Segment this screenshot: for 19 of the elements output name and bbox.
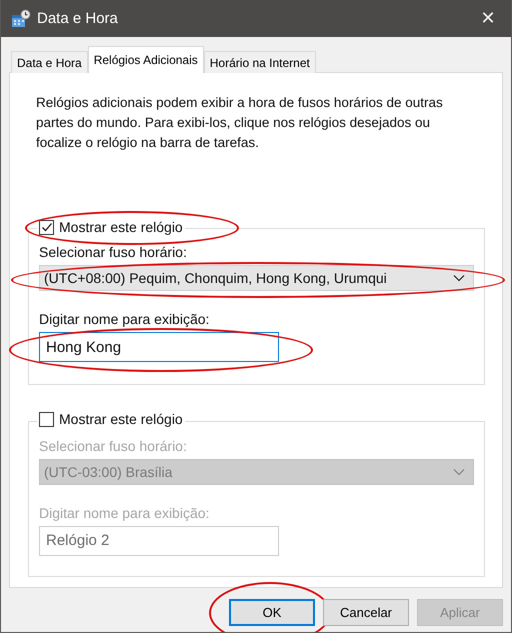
timezone-dropdown[interactable]: (UTC+08:00) Pequim, Chonquim, Hong Kong, Urumqui	[39, 265, 474, 291]
chevron-down-icon	[453, 274, 465, 282]
timezone-label: Selecionar fuso horário:	[39, 438, 188, 454]
tab[interactable]: Data e Hora	[11, 51, 88, 73]
description-text: Relógios adicionais podem exibir a hora de fusos horários de outras partes do mundo. Para exibi-los, clique nos relógios desejados ou focalize o relógio na barra de tarefas.	[36, 94, 444, 152]
tab[interactable]: Horário na Internet	[204, 51, 316, 73]
chevron-down-icon	[453, 468, 465, 476]
window-title: Data e Hora	[37, 10, 119, 27]
display-name-label: Digitar nome para exibição:	[39, 311, 210, 327]
show-clock-checkbox[interactable]: Mostrar este relógio	[39, 219, 183, 235]
close-button[interactable]: ✕	[465, 0, 511, 37]
display-name-label: Digitar nome para exibição:	[39, 504, 210, 520]
checkmark-icon	[40, 221, 52, 233]
tab[interactable]: Relógios Adicionais	[88, 46, 204, 73]
timezone-label: Selecionar fuso horário:	[39, 244, 188, 260]
display-name-field[interactable]: Hong Kong	[39, 332, 279, 362]
dialog-button[interactable]: OK	[229, 599, 315, 626]
dialog-button[interactable]: Cancelar	[323, 599, 409, 626]
calendar-clock-icon	[11, 8, 31, 28]
